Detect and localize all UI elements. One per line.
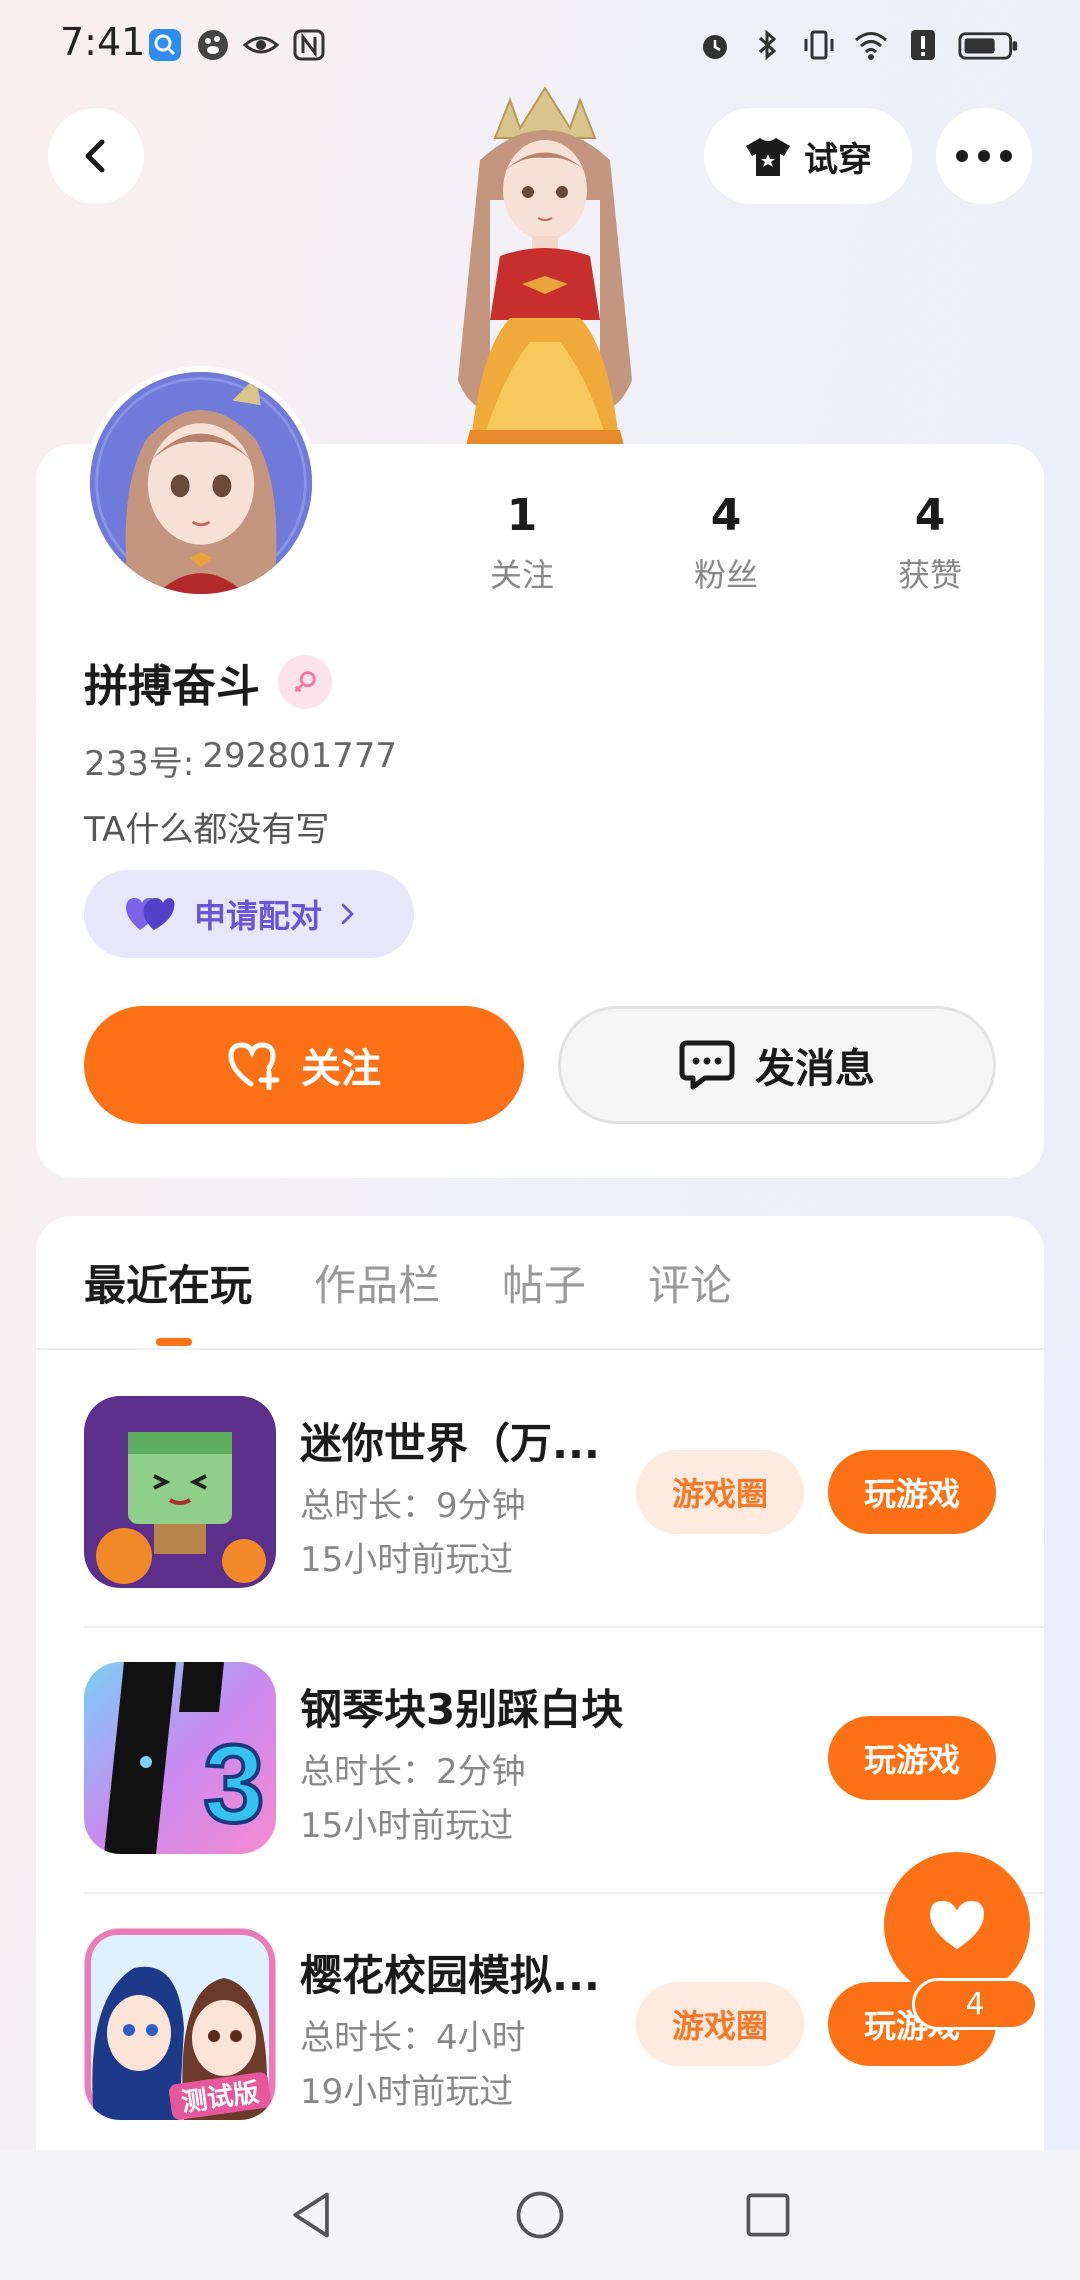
follow-button[interactable]: 关注 — [84, 1006, 524, 1124]
nav-back-button[interactable] — [282, 2185, 342, 2245]
piano-tiles-game-icon: 3 — [84, 1662, 276, 1854]
game-row[interactable]: 3 钢琴块3别踩白块 总时长：2分钟 15小时前玩过 玩游戏 — [84, 1662, 1044, 1862]
user-bio: TA什么都没有写 — [84, 810, 330, 850]
tab-recent-games[interactable]: 最近在玩 — [84, 1252, 252, 1313]
pair-request-label: 申请配对 — [194, 897, 323, 935]
send-message-button[interactable]: 发消息 — [558, 1006, 996, 1124]
tab-works[interactable]: 作品栏 — [314, 1252, 440, 1313]
alert-icon — [904, 26, 942, 64]
username-row: 拼搏奋斗 — [84, 650, 332, 714]
game-circle-button[interactable]: 游戏圈 — [636, 1450, 804, 1534]
game-duration: 总时长：2分钟 — [300, 1752, 526, 1792]
user-id-value: 292801777 — [202, 736, 398, 776]
chevron-right-icon — [341, 903, 354, 925]
game-row[interactable]: 迷你世界（万... 总时长：9分钟 15小时前玩过 游戏圈 玩游戏 — [84, 1396, 1044, 1596]
sakura-school-game-icon: 测试版 — [84, 1928, 276, 2120]
system-icons — [696, 26, 1022, 64]
notification-icons — [146, 26, 328, 64]
eye-icon — [242, 26, 280, 64]
tab-posts[interactable]: 帖子 — [502, 1252, 586, 1313]
nav-recents-button[interactable] — [738, 2185, 798, 2245]
game-name: 迷你世界（万... — [300, 1419, 600, 1468]
wifi-icon — [852, 26, 890, 64]
tab-comments[interactable]: 评论 — [648, 1252, 732, 1313]
triangle-back-icon — [293, 2192, 329, 2238]
stat-likes[interactable]: 4 获赞 — [850, 486, 1010, 596]
paw-app-icon — [194, 26, 232, 64]
tshirt-icon — [746, 138, 790, 176]
profile-tabs: 最近在玩 作品栏 帖子 评论 — [84, 1252, 794, 1313]
send-message-label: 发消息 — [755, 1046, 875, 1092]
pair-request-button[interactable]: 申请配对 — [84, 870, 414, 958]
game-last-played: 15小时前玩过 — [300, 1540, 514, 1580]
play-game-button[interactable]: 玩游戏 — [828, 1716, 996, 1800]
bluetooth-icon — [748, 26, 786, 64]
square-recents-icon — [746, 2193, 790, 2237]
like-fab-button[interactable] — [884, 1852, 1030, 1998]
user-id-label: 233号: — [84, 744, 195, 784]
stat-fans[interactable]: 4 粉丝 — [646, 486, 806, 596]
stat-likes-value: 4 — [914, 490, 946, 541]
follow-label: 关注 — [301, 1046, 381, 1092]
stat-fans-value: 4 — [710, 490, 742, 541]
avatar-3d-figure — [400, 80, 690, 450]
battery-icon — [956, 26, 1022, 64]
stat-fans-label: 粉丝 — [693, 556, 758, 594]
chevron-left-icon — [85, 139, 105, 173]
status-bar: 7:41 — [0, 0, 1080, 92]
search-app-icon — [146, 26, 184, 64]
chat-bubble-icon — [679, 1040, 735, 1090]
game-name: 樱花校园模拟... — [300, 1951, 600, 2000]
mini-world-game-icon — [84, 1396, 276, 1588]
heart-pair-icon — [126, 898, 175, 930]
game-name: 钢琴块3别踩白块 — [300, 1685, 624, 1734]
user-avatar[interactable] — [84, 366, 318, 600]
alarm-icon — [696, 26, 734, 64]
heart-plus-icon — [228, 1042, 280, 1090]
more-dots-icon — [956, 150, 1012, 162]
vibrate-icon — [800, 26, 838, 64]
heart-icon — [930, 1900, 984, 1950]
system-nav-bar — [0, 2150, 1080, 2280]
username: 拼搏奋斗 — [84, 661, 260, 712]
game-last-played: 19小时前玩过 — [300, 2072, 514, 2112]
tab-divider — [36, 1348, 1044, 1350]
game-circle-button[interactable]: 游戏圈 — [636, 1982, 804, 2066]
nfc-icon — [290, 26, 328, 64]
try-on-label: 试穿 — [804, 139, 872, 180]
stat-following-value: 1 — [506, 490, 538, 541]
stat-following[interactable]: 1 关注 — [442, 486, 602, 596]
nav-home-button[interactable] — [510, 2185, 570, 2245]
like-count-badge: 4 — [912, 1978, 1038, 2030]
status-time: 7:41 — [60, 20, 146, 64]
active-tab-indicator — [156, 1338, 192, 1346]
user-id: 233号: 292801777 — [84, 736, 397, 785]
game-last-played: 15小时前玩过 — [300, 1806, 514, 1846]
try-on-button[interactable]: 试穿 — [704, 108, 912, 204]
more-button[interactable] — [936, 108, 1032, 204]
game-duration: 总时长：9分钟 — [300, 1486, 526, 1526]
back-button[interactable] — [48, 108, 144, 204]
row-divider — [84, 1626, 1044, 1628]
female-gender-icon — [278, 655, 332, 709]
play-game-button[interactable]: 玩游戏 — [828, 1450, 996, 1534]
game-duration: 总时长：4小时 — [300, 2018, 526, 2058]
circle-home-icon — [516, 2191, 564, 2239]
piano-number: 3 — [203, 1723, 264, 1846]
stat-following-label: 关注 — [489, 556, 554, 594]
stat-likes-label: 获赞 — [897, 556, 962, 594]
